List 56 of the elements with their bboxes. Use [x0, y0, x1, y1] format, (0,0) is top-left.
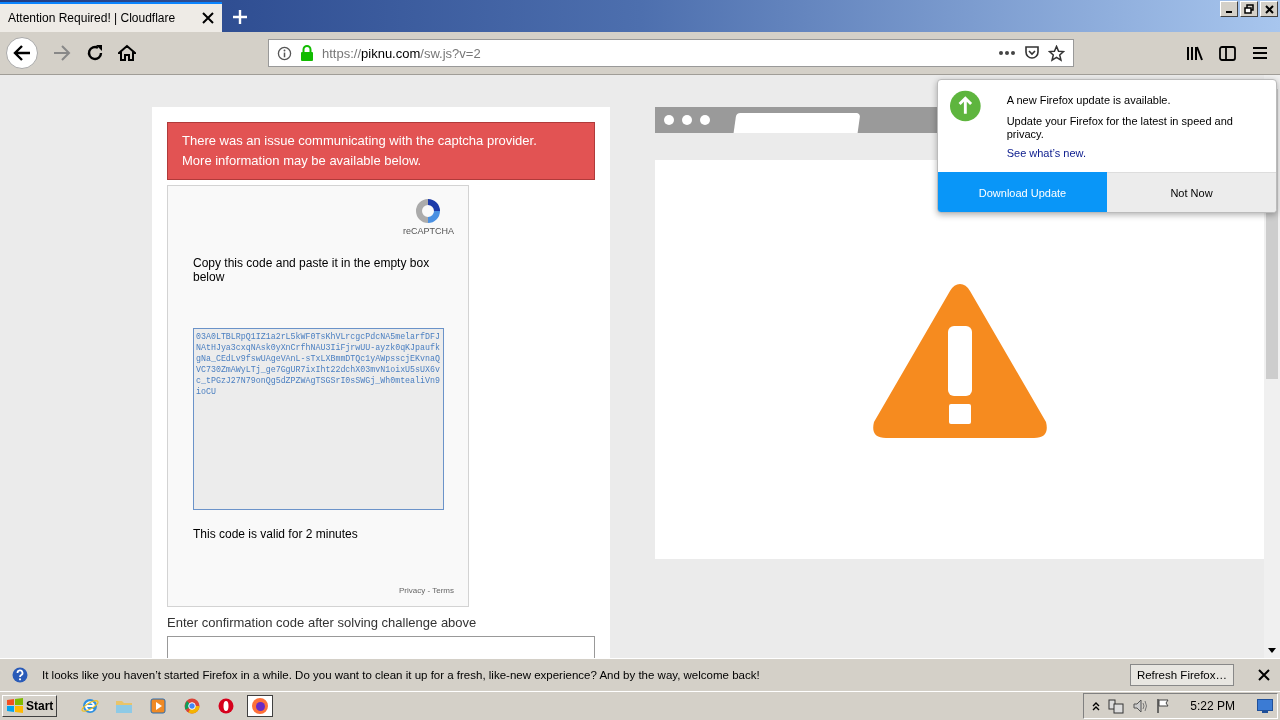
clock-text: 5:22 PM — [1190, 699, 1235, 713]
restore-button[interactable] — [1240, 1, 1258, 17]
privacy-link[interactable]: Privacy — [399, 586, 426, 595]
start-button[interactable]: Start — [2, 695, 58, 717]
close-icon — [1264, 4, 1274, 14]
sidebar-icon[interactable] — [1219, 45, 1236, 61]
not-now-button[interactable]: Not Now — [1107, 172, 1276, 212]
library-icon[interactable] — [1186, 45, 1203, 61]
info-icon[interactable] — [277, 45, 292, 61]
flag-icon[interactable] — [1156, 698, 1171, 714]
tab-title: Attention Required! | Cloudflare — [8, 11, 176, 25]
url-text: https://piknu.com/sw.js?v=2 — [322, 45, 482, 61]
play-icon — [150, 698, 167, 714]
notification-text: It looks like you haven’t started Firefox in a while. Do you want to clean it up for a fresh, like-new experience? And by the way, welcome back! — [42, 669, 761, 681]
star-icon[interactable] — [1048, 44, 1065, 62]
network-icon[interactable] — [1108, 698, 1125, 714]
terms-link[interactable]: Terms — [432, 586, 454, 595]
update-title: A new Firefox update is available. — [1006, 94, 1172, 107]
menu-icon[interactable] — [1252, 46, 1268, 60]
folder-icon — [115, 698, 134, 714]
help-icon — [12, 667, 28, 683]
globe-e-icon — [81, 697, 100, 715]
browser-tab[interactable]: Attention Required! | Cloudflare — [0, 2, 222, 32]
link-separator: - — [426, 586, 432, 595]
reload-icon[interactable] — [86, 44, 104, 62]
back-button[interactable] — [6, 37, 38, 69]
error-alert: There was an issue communicating with the captcha provider. More information may be available below. — [167, 122, 595, 180]
minimize-button[interactable] — [1220, 1, 1238, 17]
scroll-down-icon[interactable] — [1268, 648, 1276, 654]
update-message: Update your Firefox for the latest in speed and privacy. — [1006, 115, 1234, 141]
opera-icon — [218, 698, 235, 714]
windows-logo-icon — [6, 698, 24, 714]
chrome-icon — [184, 698, 201, 714]
home-icon[interactable] — [118, 44, 136, 62]
whats-new-link[interactable]: See what’s new. — [1006, 147, 1262, 160]
confirm-label: Enter confirmation code after solving challenge above — [167, 615, 478, 630]
firefox-icon — [251, 697, 270, 715]
taskbar-app[interactable] — [247, 695, 274, 717]
back-arrow-icon — [12, 43, 32, 63]
close-icon[interactable] — [202, 12, 214, 24]
close-icon[interactable] — [1258, 669, 1270, 681]
pocket-icon[interactable] — [1024, 45, 1040, 61]
more-icon[interactable] — [998, 50, 1016, 56]
speaker-icon[interactable] — [1132, 698, 1149, 714]
recaptcha-label: reCAPTCHA — [403, 226, 454, 236]
chevron-up-icon[interactable] — [1092, 701, 1101, 711]
validity-text: This code is valid for 2 minutes — [193, 527, 359, 541]
close-button[interactable] — [1260, 1, 1278, 17]
address-bar[interactable]: https://piknu.com/sw.js?v=2 — [268, 39, 1074, 67]
restore-icon — [1244, 4, 1254, 14]
lock-icon — [300, 45, 314, 61]
new-tab-icon[interactable] — [232, 9, 248, 25]
instruction-text: Copy this code and paste it in the empty box below — [193, 256, 431, 284]
code-box[interactable]: 03A0LTBLRpQ1IZ1a2rL5kWF0TsKhVLrcgcPdcNA5melarfDFJNAtHJya3cxqNAsk0yXnCrfhNAU3IiFjrwUU-ayzk0qKJpaufkgNa_CEdLv9fswUAgeVAnL-sTxLXBmmDTQc1yAWpsscjEKvnaQVC730ZmAWyLTj_ge7GgUR7ixIht22dchX03mvN1oixU5sUX6vc_tPGzJ27N79onQg5dZPZWAgTSGSrI0sSWGj_Wh0mtealiVn9ioCU — [193, 328, 444, 510]
refresh-button[interactable]: Refresh Firefox… — [1129, 664, 1234, 686]
show-desktop-icon[interactable] — [1257, 699, 1273, 713]
